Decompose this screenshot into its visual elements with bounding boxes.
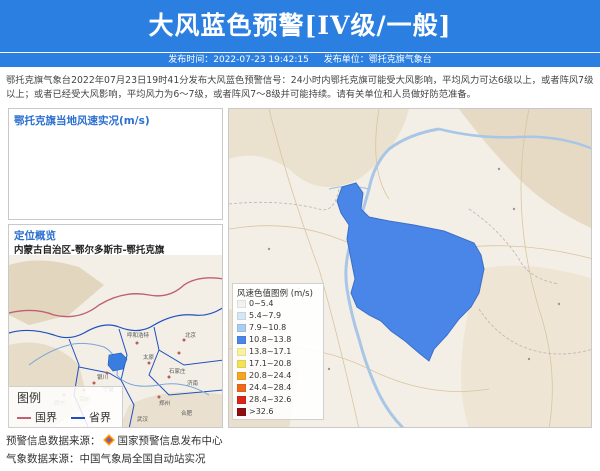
warning-description: 鄂托克旗气象台2022年07月23日19时41分发布大风蓝色预警信号：24小时内… bbox=[6, 75, 594, 100]
color-swatch bbox=[237, 335, 246, 344]
local-wind-title: 鄂托克旗当地风速实况(m/s) bbox=[14, 115, 150, 127]
wind-scale-row: 20.8~24.4 bbox=[237, 370, 291, 381]
wind-scale-label: 5.4~7.9 bbox=[249, 311, 282, 320]
wind-speed-legend: 风速色值图例 (m/s) 0~5.4 5.4~7.9 7.9~10.8 10.8… bbox=[232, 283, 324, 420]
wind-scale-row: 0~5.4 bbox=[237, 298, 274, 309]
legend-item-label: 国界 bbox=[35, 411, 57, 424]
province-border-swatch bbox=[71, 417, 85, 419]
place-label: 郑州 bbox=[159, 399, 170, 407]
wind-scale-label: 13.8~17.1 bbox=[249, 347, 292, 356]
legend-title: 图例 bbox=[17, 391, 42, 405]
boundary-legend: 图例 国界 省界 bbox=[8, 386, 123, 428]
color-swatch bbox=[237, 395, 246, 404]
wind-scale-label: 7.9~10.8 bbox=[249, 323, 287, 332]
weather-source-name: 中国气象局全国自动站实况 bbox=[79, 453, 206, 465]
location-path: 内蒙古自治区-鄂尔多斯市-鄂托克旗 bbox=[14, 245, 165, 256]
color-swatch bbox=[237, 371, 246, 380]
publish-info-bar: 发布时间：2022-07-23 19:42:15 发布单位：鄂托克旗气象台 bbox=[0, 53, 600, 67]
color-swatch bbox=[237, 299, 246, 308]
color-swatch bbox=[237, 359, 246, 368]
legend-item-province: 省界 bbox=[71, 409, 111, 425]
warning-source-label: 预警信息数据来源： bbox=[6, 435, 101, 447]
location-overview-title: 定位概览 bbox=[14, 230, 56, 242]
wind-scale-row: 5.4~7.9 bbox=[237, 310, 281, 321]
publisher: 发布单位：鄂托克旗气象台 bbox=[323, 55, 432, 65]
warning-title: 大风蓝色预警[IV级/一般] bbox=[148, 11, 452, 40]
wind-scale-label: 20.8~24.4 bbox=[249, 371, 292, 380]
color-swatch bbox=[237, 383, 246, 392]
place-label: 银川 bbox=[97, 373, 108, 381]
wind-scale-row: 7.9~10.8 bbox=[237, 322, 286, 333]
place-label: 太原 bbox=[143, 353, 155, 361]
place-label: 济南 bbox=[187, 379, 199, 387]
local-wind-panel: 鄂托克旗当地风速实况(m/s) bbox=[8, 108, 223, 220]
color-swatch bbox=[237, 407, 246, 416]
weather-source-label: 气象数据来源： bbox=[6, 453, 80, 465]
color-swatch bbox=[237, 311, 246, 320]
place-label: 呼和浩特 bbox=[127, 331, 150, 339]
weather-source-line: 气象数据来源：中国气象局全国自动站实况 bbox=[6, 450, 223, 468]
color-swatch bbox=[237, 347, 246, 356]
wind-scale-row: 24.4~28.4 bbox=[237, 382, 291, 393]
wind-scale-row: 17.1~20.8 bbox=[237, 358, 291, 369]
wind-scale-label: 24.4~28.4 bbox=[249, 383, 292, 392]
wind-scale-label: 28.4~32.6 bbox=[249, 395, 292, 404]
place-label: 北京 bbox=[185, 331, 197, 339]
warning-center-logo-icon bbox=[102, 434, 115, 446]
place-label: 石家庄 bbox=[169, 367, 186, 375]
wind-scale-label: 10.8~13.8 bbox=[249, 335, 292, 344]
national-border-swatch bbox=[17, 417, 31, 419]
header-bar: 大风蓝色预警[IV级/一般] bbox=[0, 0, 600, 53]
warning-source-name: 国家预警信息发布中心 bbox=[117, 435, 223, 447]
publish-time: 发布时间：2022-07-23 19:42:15 bbox=[168, 55, 309, 65]
wind-scale-label: 17.1~20.8 bbox=[249, 359, 292, 368]
place-label: 合肥 bbox=[181, 409, 193, 417]
wind-scale-label: 0~5.4 bbox=[249, 299, 274, 308]
wind-scale-label: >32.6 bbox=[249, 407, 274, 416]
wind-scale-row: 28.4~32.6 bbox=[237, 394, 291, 405]
warning-source-line: 预警信息数据来源： 国家预警信息发布中心 bbox=[6, 432, 223, 450]
data-sources: 预警信息数据来源： 国家预警信息发布中心 气象数据来源：中国气象局全国自动站实况 bbox=[6, 432, 223, 468]
place-label: 武汉 bbox=[137, 415, 149, 423]
wind-scale-row: 10.8~13.8 bbox=[237, 334, 291, 345]
legend-item-label: 省界 bbox=[89, 411, 111, 424]
wind-scale-row: 13.8~17.1 bbox=[237, 346, 291, 357]
legend-item-national: 国界 bbox=[17, 409, 57, 425]
wind-scale-row: >32.6 bbox=[237, 406, 274, 417]
color-swatch bbox=[237, 323, 246, 332]
